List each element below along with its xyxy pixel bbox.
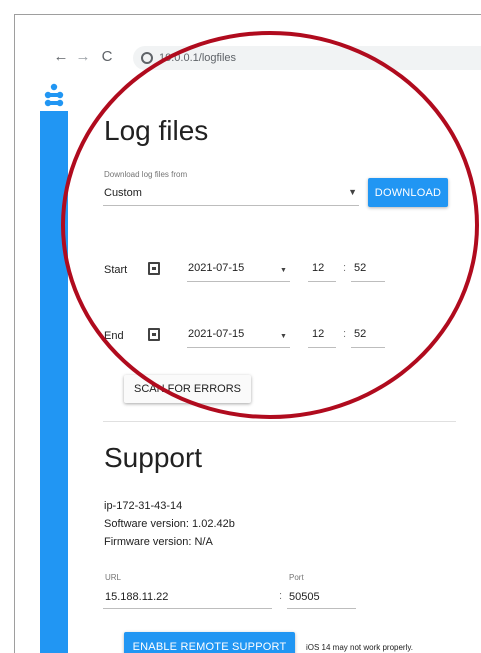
section-divider xyxy=(103,421,456,422)
enable-remote-support-button[interactable]: ENABLE REMOTE SUPPORT xyxy=(124,632,295,653)
end-date-input[interactable]: 2021-07-15 ▼ xyxy=(187,323,290,347)
dropdown-arrow-icon: ▼ xyxy=(348,187,357,197)
browser-toolbar: ← → C 10.0.0.1/logfiles xyxy=(15,43,481,75)
back-icon[interactable]: ← xyxy=(51,48,71,65)
annotation-circle xyxy=(61,31,479,419)
hostname-text: ip-172-31-43-14 xyxy=(104,500,183,512)
start-minute-value[interactable]: 52 xyxy=(354,262,366,274)
firmware-version-text: Firmware version: N/A xyxy=(104,536,213,548)
start-hour-value[interactable]: 12 xyxy=(312,262,324,274)
end-hour-underline xyxy=(308,347,336,348)
reload-icon[interactable]: C xyxy=(97,48,117,65)
support-title: Support xyxy=(104,442,203,473)
port-separator: : xyxy=(279,590,283,602)
source-underline xyxy=(103,205,359,206)
source-value: Custom xyxy=(104,187,142,199)
start-date-input[interactable]: 2021-07-15 ▼ xyxy=(187,257,290,281)
ios-note: iOS 14 may not work properly. xyxy=(306,643,414,652)
start-time-separator: : xyxy=(343,262,347,274)
start-date-arrow-icon: ▼ xyxy=(280,267,287,274)
end-date-arrow-icon: ▼ xyxy=(280,333,287,340)
port-label: Port xyxy=(289,573,304,582)
end-time-separator: : xyxy=(343,328,347,340)
start-hour-underline xyxy=(308,281,336,282)
end-date-value: 2021-07-15 xyxy=(188,328,245,340)
start-date-value: 2021-07-15 xyxy=(188,262,245,274)
end-calendar-icon[interactable] xyxy=(148,328,160,341)
scan-for-errors-button[interactable]: SCAN FOR ERRORS xyxy=(124,375,251,403)
end-date-underline xyxy=(187,347,290,348)
url-underline xyxy=(103,608,272,609)
site-info-icon[interactable] xyxy=(141,52,153,64)
address-text: 10.0.0.1/logfiles xyxy=(159,52,237,64)
source-select[interactable]: Custom ▼ xyxy=(103,181,359,203)
port-underline xyxy=(287,608,356,609)
port-input[interactable]: 50505 xyxy=(289,591,320,603)
end-hour-value[interactable]: 12 xyxy=(312,328,324,340)
start-calendar-icon[interactable] xyxy=(148,262,160,275)
app-logo-icon xyxy=(44,83,64,107)
end-minute-value[interactable]: 52 xyxy=(354,328,366,340)
url-label: URL xyxy=(105,573,122,582)
start-date-underline xyxy=(187,281,290,282)
logfiles-title: Log files xyxy=(104,115,209,146)
end-label: End xyxy=(104,330,124,342)
download-button[interactable]: DOWNLOAD xyxy=(368,178,448,207)
start-minute-underline xyxy=(351,281,385,282)
forward-icon[interactable]: → xyxy=(73,48,93,65)
end-minute-underline xyxy=(351,347,385,348)
url-input[interactable]: 15.188.11.22 xyxy=(105,591,168,603)
sidebar xyxy=(40,111,68,653)
address-bar[interactable]: 10.0.0.1/logfiles xyxy=(133,46,481,70)
source-label: Download log files from xyxy=(104,170,188,179)
browser-window: ← → C 10.0.0.1/logfiles Log files Downlo… xyxy=(14,14,481,653)
software-version-text: Software version: 1.02.42b xyxy=(104,518,235,530)
start-label: Start xyxy=(104,264,128,276)
